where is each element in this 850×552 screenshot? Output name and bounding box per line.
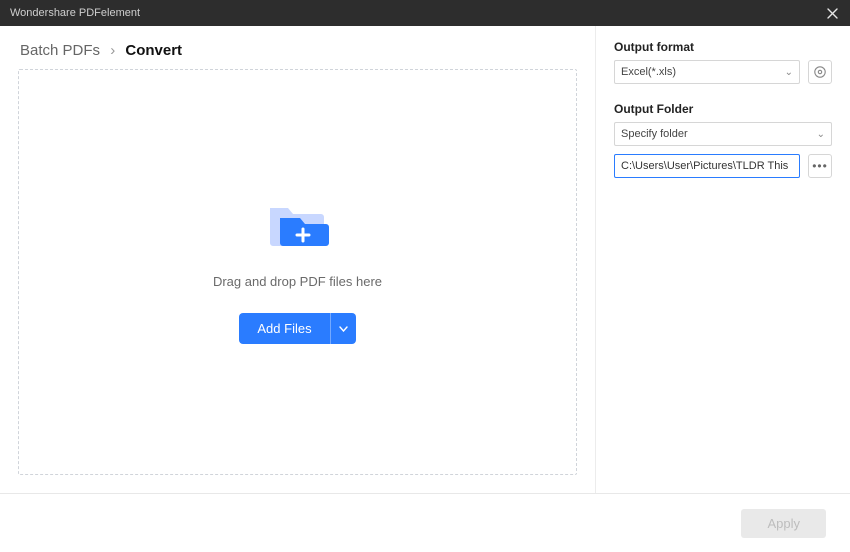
- close-icon[interactable]: [824, 5, 840, 21]
- breadcrumb-current: Convert: [125, 42, 182, 59]
- output-format-value: Excel(*.xls): [621, 66, 676, 78]
- right-panel: Output format Excel(*.xls) ⌄ Output Fold…: [596, 26, 850, 493]
- chevron-down-icon: [339, 326, 348, 332]
- output-folder-path-input[interactable]: [614, 154, 800, 178]
- format-settings-button[interactable]: [808, 60, 832, 84]
- dropzone[interactable]: Drag and drop PDF files here Add Files: [18, 69, 577, 475]
- chevron-down-icon: ⌄: [817, 129, 825, 140]
- add-folder-icon: [266, 200, 330, 250]
- gear-icon: [813, 65, 827, 79]
- add-files-dropdown[interactable]: [330, 313, 356, 344]
- left-panel: Batch PDFs › Convert Drag and drop PDF f…: [0, 26, 596, 493]
- titlebar: Wondershare PDFelement: [0, 0, 850, 26]
- breadcrumb-root[interactable]: Batch PDFs: [20, 42, 100, 59]
- output-format-label: Output format: [614, 40, 832, 54]
- add-files-button[interactable]: Add Files: [239, 313, 329, 344]
- breadcrumb: Batch PDFs › Convert: [18, 38, 577, 69]
- content: Batch PDFs › Convert Drag and drop PDF f…: [0, 26, 850, 493]
- apply-button[interactable]: Apply: [741, 509, 826, 538]
- output-folder-label: Output Folder: [614, 102, 832, 116]
- dropzone-text: Drag and drop PDF files here: [213, 274, 382, 289]
- chevron-right-icon: ›: [110, 42, 115, 59]
- ellipsis-icon: •••: [812, 159, 828, 173]
- chevron-down-icon: ⌄: [785, 67, 793, 78]
- browse-folder-button[interactable]: •••: [808, 154, 832, 178]
- output-folder-mode-value: Specify folder: [621, 128, 688, 140]
- output-format-select[interactable]: Excel(*.xls) ⌄: [614, 60, 800, 84]
- footer: Apply: [0, 493, 850, 552]
- app-title: Wondershare PDFelement: [10, 7, 140, 19]
- output-folder-mode-select[interactable]: Specify folder ⌄: [614, 122, 832, 146]
- add-files-group: Add Files: [239, 313, 355, 344]
